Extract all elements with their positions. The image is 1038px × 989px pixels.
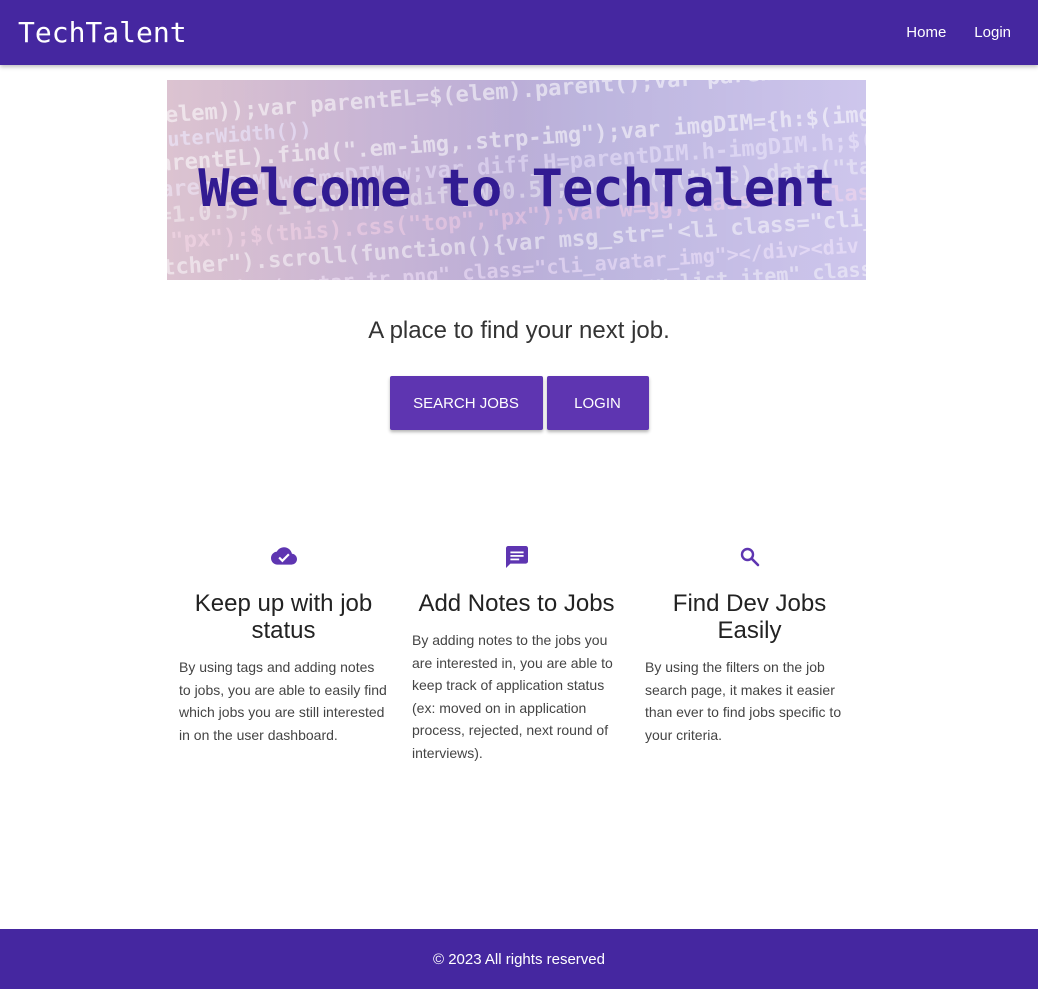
login-button[interactable]: LOGIN <box>546 376 649 430</box>
brand-logo[interactable]: TechTalent <box>18 16 187 49</box>
search-jobs-button[interactable]: SEARCH JOBS <box>389 376 543 430</box>
nav-login-link[interactable]: Login <box>964 24 1021 41</box>
hero-banner: Welem));var parentEL=$(elem).parent();va… <box>167 80 866 280</box>
feature-description: By using the filters on the job search p… <box>645 659 842 743</box>
feature-title: Keep up with job status <box>194 590 373 644</box>
feature-job-status: Keep up with job status By using tags an… <box>167 540 400 764</box>
feature-title: Find Dev Jobs Easily <box>672 590 827 644</box>
feature-title: Add Notes to Jobs <box>418 590 615 617</box>
tagline: A place to find your next job. <box>368 317 670 344</box>
page-footer: © 2023 All rights reserved <box>0 929 1038 989</box>
feature-description: By adding notes to the jobs you are inte… <box>412 632 613 761</box>
feature-description: By using tags and adding notes to jobs, … <box>179 659 387 743</box>
copyright-text: © 2023 All rights reserved <box>433 950 605 968</box>
nav-home-link[interactable]: Home <box>896 24 956 41</box>
hero-title: Welcome to TechTalent <box>198 159 835 219</box>
feature-add-notes: Add Notes to Jobs By adding notes to the… <box>400 540 633 764</box>
top-navbar: TechTalent Home Login <box>0 0 1038 65</box>
feature-find-jobs: Find Dev Jobs Easily By using the filter… <box>633 540 866 764</box>
chat-notes-icon <box>412 540 621 574</box>
search-icon <box>645 540 854 574</box>
nav-links: Home Login <box>888 24 1021 41</box>
cloud-done-icon <box>179 540 388 574</box>
cta-buttons: SEARCH JOBS LOGIN <box>0 376 1038 430</box>
features-section: Keep up with job status By using tags an… <box>167 540 866 764</box>
